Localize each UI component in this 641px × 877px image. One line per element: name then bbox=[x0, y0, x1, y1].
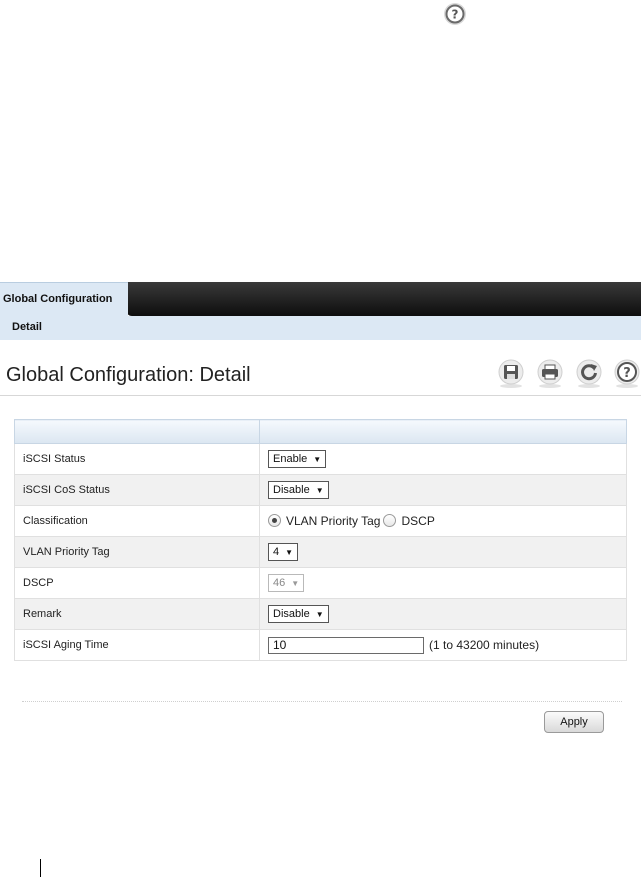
remark-value: Disable bbox=[273, 608, 310, 620]
aging-time-hint: (1 to 43200 minutes) bbox=[429, 638, 540, 652]
print-icon[interactable] bbox=[536, 359, 564, 388]
aging-time-label: iSCSI Aging Time bbox=[14, 629, 260, 661]
table-row: iSCSI Aging Time 10 (1 to 43200 minutes) bbox=[14, 629, 627, 661]
help-icon[interactable]: ? bbox=[613, 359, 641, 388]
apply-button[interactable]: Apply bbox=[544, 711, 604, 733]
tab-bar-background bbox=[126, 282, 641, 316]
table-row: DSCP 46 ▼ bbox=[14, 567, 627, 599]
config-table: iSCSI Status Enable ▼ iSCSI CoS Status Di… bbox=[14, 419, 627, 661]
vlan-priority-tag-cell: 4 ▼ bbox=[259, 536, 627, 568]
sub-tab-bar: Detail bbox=[0, 316, 641, 340]
remark-select[interactable]: Disable ▼ bbox=[268, 605, 329, 623]
cos-status-value: Disable bbox=[273, 484, 310, 496]
cos-status-select[interactable]: Disable ▼ bbox=[268, 481, 329, 499]
dscp-select: 46 ▼ bbox=[268, 574, 305, 592]
chevron-down-icon: ▼ bbox=[315, 610, 324, 619]
chevron-down-icon: ▼ bbox=[291, 579, 300, 588]
table-row: iSCSI Status Enable ▼ bbox=[14, 443, 627, 475]
svg-text:?: ? bbox=[623, 366, 631, 381]
aging-time-input[interactable]: 10 bbox=[268, 636, 424, 654]
iscsi-status-cell: Enable ▼ bbox=[259, 443, 627, 475]
cos-status-cell: Disable ▼ bbox=[259, 474, 627, 506]
title-divider bbox=[0, 395, 641, 396]
vlan-priority-tag-value: 4 bbox=[273, 546, 280, 558]
vlan-priority-tag-radio[interactable] bbox=[268, 513, 281, 527]
aging-time-cell: 10 (1 to 43200 minutes) bbox=[259, 629, 627, 661]
toolbar: ? bbox=[497, 359, 641, 391]
classification-label: Classification bbox=[14, 505, 260, 537]
dscp-radio-label: DSCP bbox=[401, 514, 435, 528]
page-title: Global Configuration: Detail bbox=[6, 364, 251, 386]
iscsi-status-select[interactable]: Enable ▼ bbox=[268, 450, 327, 468]
vlan-priority-tag-radio-label: VLAN Priority Tag bbox=[286, 514, 381, 528]
table-row: VLAN Priority Tag 4 ▼ bbox=[14, 536, 627, 568]
svg-text:?: ? bbox=[452, 8, 459, 22]
sub-tab-detail[interactable]: Detail bbox=[12, 321, 42, 333]
cos-status-label: iSCSI CoS Status bbox=[14, 474, 260, 506]
header-cell bbox=[259, 419, 627, 444]
table-row: Classification VLAN Priority Tag DSCP bbox=[14, 505, 627, 537]
iscsi-status-label: iSCSI Status bbox=[14, 443, 260, 475]
chevron-down-icon: ▼ bbox=[285, 548, 294, 557]
chevron-down-icon: ▼ bbox=[313, 455, 322, 464]
iscsi-status-value: Enable bbox=[273, 453, 308, 465]
classification-cell: VLAN Priority Tag DSCP bbox=[259, 505, 627, 537]
dscp-label: DSCP bbox=[14, 567, 260, 599]
header-cell bbox=[14, 419, 260, 444]
footer-divider bbox=[22, 701, 622, 702]
dscp-cell: 46 ▼ bbox=[259, 567, 627, 599]
tab-bar: Global Configuration bbox=[0, 282, 641, 316]
refresh-icon[interactable] bbox=[575, 359, 603, 388]
dscp-value: 46 bbox=[273, 577, 286, 589]
chevron-down-icon: ▼ bbox=[315, 486, 324, 495]
dscp-radio[interactable] bbox=[383, 513, 397, 527]
save-icon[interactable] bbox=[497, 359, 525, 388]
remark-label: Remark bbox=[14, 598, 260, 630]
table-row: iSCSI CoS Status Disable ▼ bbox=[14, 474, 627, 506]
table-row: Remark Disable ▼ bbox=[14, 598, 627, 630]
tab-global-configuration[interactable]: Global Configuration bbox=[0, 282, 128, 316]
vlan-priority-tag-select[interactable]: 4 ▼ bbox=[268, 543, 299, 561]
remark-cell: Disable ▼ bbox=[259, 598, 627, 630]
vlan-priority-tag-label: VLAN Priority Tag bbox=[14, 536, 260, 568]
table-header bbox=[14, 419, 627, 444]
page-margin-marker bbox=[40, 859, 41, 877]
help-icon[interactable]: ? bbox=[443, 2, 467, 26]
